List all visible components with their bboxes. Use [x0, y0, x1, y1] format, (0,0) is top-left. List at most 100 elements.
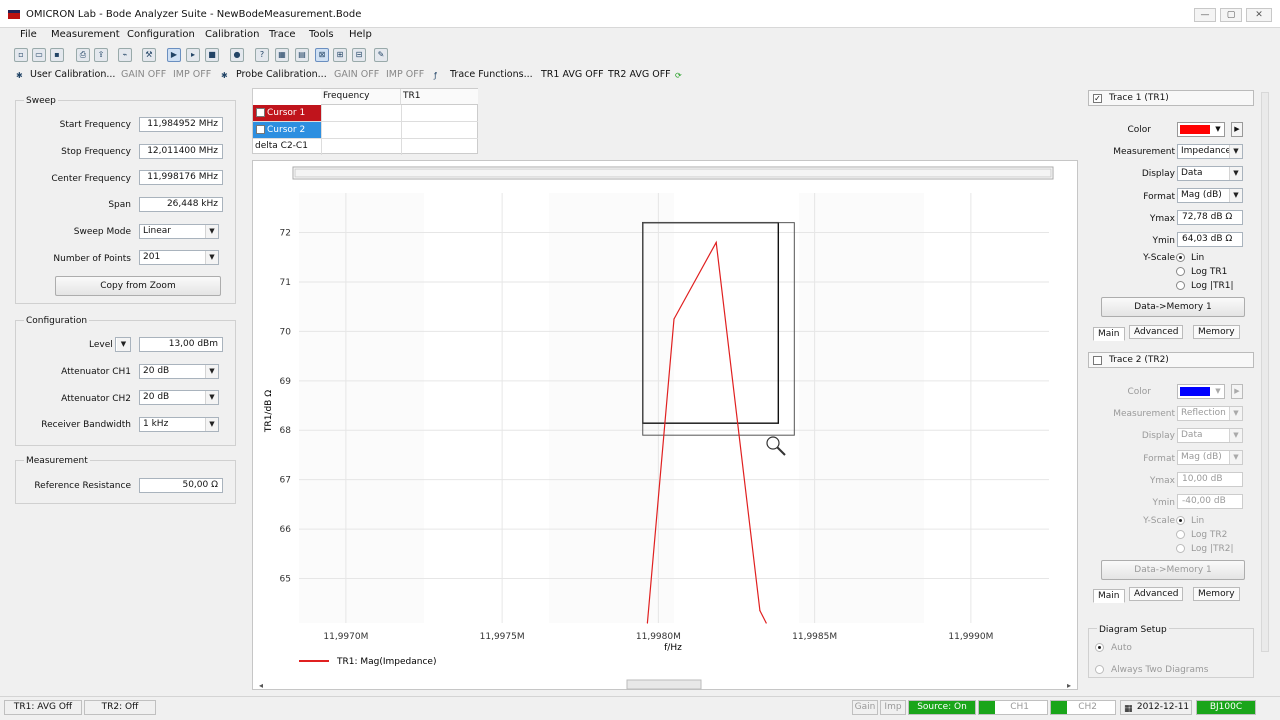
- tr1-avg-button[interactable]: TR1 AVG OFF: [541, 69, 604, 80]
- trace2-tab-memory[interactable]: Memory: [1193, 587, 1240, 601]
- trace2-display-select[interactable]: Data ▼: [1177, 428, 1243, 443]
- trace2-tab-advanced[interactable]: Advanced: [1129, 587, 1184, 601]
- trace1-logabs-radio[interactable]: [1176, 281, 1185, 290]
- trace1-measurement-select[interactable]: Impedance ▼: [1177, 144, 1243, 159]
- receiver-bandwidth-select[interactable]: 1 kHz ▼: [139, 417, 219, 432]
- trace1-checkbox[interactable]: ✓: [1093, 94, 1102, 103]
- probe-calibration-button[interactable]: Probe Calibration...: [236, 69, 327, 80]
- maximize-button[interactable]: ▢: [1220, 8, 1242, 22]
- refresh-icon[interactable]: ⟳: [675, 70, 686, 81]
- trace2-format-select[interactable]: Mag (dB) ▼: [1177, 450, 1243, 465]
- play-icon[interactable]: ▶: [167, 48, 181, 62]
- cursor-2-row[interactable]: Cursor 2: [253, 122, 321, 138]
- trace1-color-more-icon[interactable]: ▶: [1231, 122, 1243, 137]
- cursor-2-checkbox[interactable]: [256, 125, 265, 134]
- trace2-checkbox[interactable]: [1093, 356, 1102, 365]
- imp-off-button-1[interactable]: IMP OFF: [173, 69, 211, 80]
- imp-off-button-2[interactable]: IMP OFF: [386, 69, 424, 80]
- start-frequency-field[interactable]: 11,984952 MHz: [139, 117, 223, 132]
- sweep-mode-select[interactable]: Linear ▼: [139, 224, 219, 239]
- device-icon[interactable]: ⌁: [118, 48, 132, 62]
- reference-resistance-field[interactable]: 50,00 Ω: [139, 478, 223, 493]
- grid-divider: [253, 138, 478, 139]
- trace2-lin-radio[interactable]: [1176, 516, 1185, 525]
- trace1-format-select[interactable]: Mag (dB) ▼: [1177, 188, 1243, 203]
- menu-calibration[interactable]: Calibration: [205, 29, 259, 40]
- export-icon[interactable]: ⇪: [94, 48, 108, 62]
- attenuator-ch1-select[interactable]: 20 dB ▼: [139, 364, 219, 379]
- diagram-auto-radio[interactable]: [1095, 643, 1104, 652]
- stop-frequency-field[interactable]: 12,011400 MHz: [139, 144, 223, 159]
- trace-functions-button[interactable]: Trace Functions...: [450, 69, 533, 80]
- pan-icon[interactable]: ✎: [374, 48, 388, 62]
- new-file-icon[interactable]: ▫: [14, 48, 28, 62]
- diagram-setup-panel: Diagram Setup Auto Always Two Diagrams: [1088, 625, 1254, 678]
- cursor-1-checkbox[interactable]: [256, 108, 265, 117]
- copy-from-zoom-button[interactable]: Copy from Zoom: [55, 276, 221, 296]
- trace1-tab-advanced[interactable]: Advanced: [1129, 325, 1184, 339]
- stop-icon[interactable]: ■: [205, 48, 219, 62]
- trace1-tab-memory[interactable]: Memory: [1193, 325, 1240, 339]
- tr2-avg-button[interactable]: TR2 AVG OFF: [608, 69, 671, 80]
- trace2-data-memory-button[interactable]: Data->Memory 1: [1101, 560, 1245, 580]
- gain-off-button-1[interactable]: GAIN OFF: [121, 69, 166, 80]
- diagram-two-radio[interactable]: [1095, 665, 1104, 674]
- gain-off-button-2[interactable]: GAIN OFF: [334, 69, 379, 80]
- plot-area[interactable]: 72 71 70 69 68 67 66 65 11,9970M 11,9975M 11,9980…: [252, 160, 1078, 690]
- center-frequency-field[interactable]: 11,998176 MHz: [139, 170, 223, 185]
- cursor-1-row[interactable]: Cursor 1: [253, 105, 321, 121]
- trace1-ymin-field[interactable]: 64,03 dB Ω: [1177, 232, 1243, 247]
- trace1-log-radio[interactable]: [1176, 267, 1185, 276]
- trace2-color-select[interactable]: ▼: [1177, 384, 1225, 399]
- close-button[interactable]: ✕: [1246, 8, 1272, 22]
- minimize-button[interactable]: —: [1194, 8, 1216, 22]
- grid-icon[interactable]: ▦: [275, 48, 289, 62]
- scroll-right-icon[interactable]: ▸: [1067, 681, 1071, 690]
- trace2-measurement-select[interactable]: Reflection ▼: [1177, 406, 1243, 421]
- menu-configuration[interactable]: Configuration: [127, 29, 195, 40]
- trace1-data-memory-button[interactable]: Data->Memory 1: [1101, 297, 1245, 317]
- menu-trace[interactable]: Trace: [269, 29, 296, 40]
- trace1-tab-main[interactable]: Main: [1093, 327, 1125, 341]
- trace2-ymax-field[interactable]: 10,00 dB: [1177, 472, 1243, 487]
- trace2-header[interactable]: Trace 2 (TR2): [1088, 352, 1254, 368]
- right-panel-scrollbar[interactable]: [1261, 92, 1269, 652]
- single-sweep-icon[interactable]: ▸: [186, 48, 200, 62]
- print-icon[interactable]: ⎙: [76, 48, 90, 62]
- trace1-ymax-field[interactable]: 72,78 dB Ω: [1177, 210, 1243, 225]
- trace1-header[interactable]: ✓ Trace 1 (TR1): [1088, 90, 1254, 106]
- bode-chart[interactable]: 72 71 70 69 68 67 66 65 11,9970M 11,9975M 11,9980…: [253, 161, 1079, 691]
- trace1-lin-radio[interactable]: [1176, 253, 1185, 262]
- trace1-color-select[interactable]: ▼: [1177, 122, 1225, 137]
- zoom-box-icon[interactable]: ⊠: [315, 48, 329, 62]
- trace2-ymin-field[interactable]: -40,00 dB: [1177, 494, 1243, 509]
- menu-measurement[interactable]: Measurement: [51, 29, 120, 40]
- autoscale-icon[interactable]: ⊞: [333, 48, 347, 62]
- span-field[interactable]: 26,448 kHz: [139, 197, 223, 212]
- attenuator-ch2-select[interactable]: 20 dB ▼: [139, 390, 219, 405]
- scroll-left-icon[interactable]: ◂: [259, 681, 263, 690]
- wrench-icon[interactable]: ⚒: [142, 48, 156, 62]
- reset-zoom-icon[interactable]: ⊟: [352, 48, 366, 62]
- open-folder-icon[interactable]: ▭: [32, 48, 46, 62]
- help-icon[interactable]: ?: [255, 48, 269, 62]
- circle-icon[interactable]: ●: [230, 48, 244, 62]
- number-of-points-select[interactable]: 201 ▼: [139, 250, 219, 265]
- level-field[interactable]: 13,00 dBm: [139, 337, 223, 352]
- level-unit-select[interactable]: ▼: [115, 337, 131, 352]
- trace2-logabs-label: Log |TR2|: [1191, 544, 1234, 554]
- horizontal-scrollbar-thumb[interactable]: [626, 679, 702, 690]
- menu-file[interactable]: File: [20, 29, 37, 40]
- menu-help[interactable]: Help: [349, 29, 372, 40]
- menu-tools[interactable]: Tools: [309, 29, 334, 40]
- trace2-color-more-icon[interactable]: ▶: [1231, 384, 1243, 399]
- trace2-logabs-radio[interactable]: [1176, 544, 1185, 553]
- trace1-display-select[interactable]: Data ▼: [1177, 166, 1243, 181]
- user-calibration-button[interactable]: User Calibration...: [30, 69, 115, 80]
- save-icon[interactable]: ▪: [50, 48, 64, 62]
- trace2-tab-main[interactable]: Main: [1093, 589, 1125, 603]
- trace2-log-radio[interactable]: [1176, 530, 1185, 539]
- layout-icon[interactable]: ▤: [295, 48, 309, 62]
- zoom-slider-thumb[interactable]: [294, 168, 1052, 178]
- chevron-down-icon: ▼: [1229, 167, 1242, 180]
